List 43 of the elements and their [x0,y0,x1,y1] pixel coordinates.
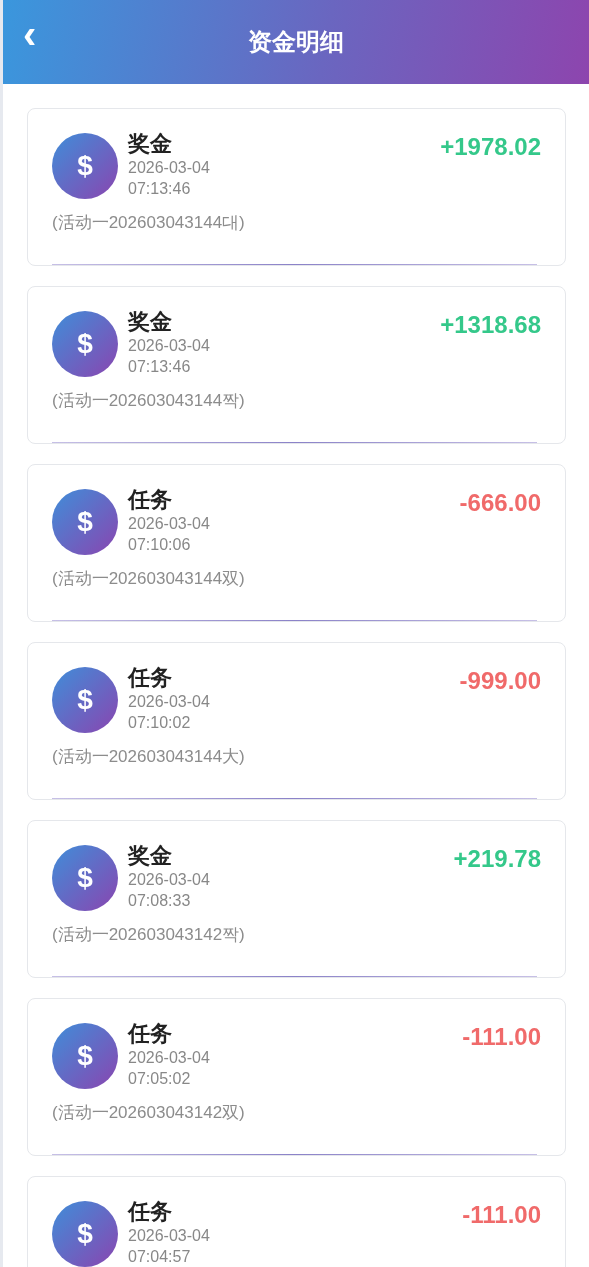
page-title: 资金明细 [248,27,344,57]
record-amount: -666.00 [459,489,541,517]
record-amount: -111.00 [462,1023,541,1051]
record-title: 任务 [128,487,173,513]
record-time: 07:13:46 [128,179,192,199]
record-amount: -999.00 [459,667,541,695]
record-date: 2026-03-04 [128,514,211,534]
record-time: 07:10:02 [128,713,192,733]
record-time: 07:05:02 [128,1069,192,1089]
record-note: (活动一202603043144대) [52,212,246,234]
record-date: 2026-03-04 [128,1048,211,1068]
record-amount: +219.78 [453,845,541,873]
record-amount: +1318.68 [440,311,541,339]
dollar-icon: $ [52,845,118,911]
record-title: 奖金 [128,843,173,869]
record-date: 2026-03-04 [128,336,211,356]
record-note: (活动一202603043142짝) [52,924,246,946]
record-title: 任务 [128,1021,173,1047]
record-note: (活动一202603043144大) [52,746,246,768]
record-amount: -111.00 [462,1201,541,1229]
record-title: 奖金 [128,131,173,157]
record-date: 2026-03-04 [128,692,211,712]
record-date: 2026-03-04 [128,1226,211,1246]
record-time: 07:04:57 [128,1247,192,1267]
dollar-icon: $ [52,489,118,555]
record-title: 任务 [128,665,173,691]
record-time: 07:08:33 [128,891,192,911]
back-button[interactable]: ‹ [17,14,43,54]
dollar-icon: $ [52,133,118,199]
record-time: 07:13:46 [128,357,192,377]
record-title: 奖金 [128,309,173,335]
record-amount: +1978.02 [440,133,541,161]
dollar-icon: $ [52,1201,118,1267]
record-date: 2026-03-04 [128,158,211,178]
dollar-icon: $ [52,667,118,733]
record-title: 任务 [128,1199,173,1225]
record-note: (活动一202603043142双) [52,1102,246,1124]
record-date: 2026-03-04 [128,870,211,890]
dollar-icon: $ [52,311,118,377]
dollar-icon: $ [52,1023,118,1089]
record-time: 07:10:06 [128,535,192,555]
record-note: (活动一202603043144双) [52,568,246,590]
record-note: (活动一202603043144짝) [52,390,246,412]
